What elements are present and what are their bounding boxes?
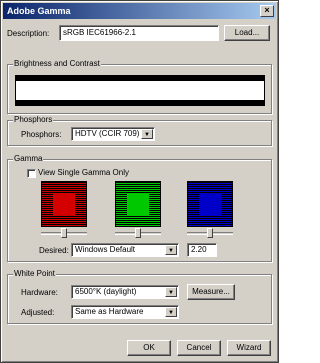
desired-label: Desired: — [39, 246, 69, 255]
green-gamma-slider-thumb[interactable] — [135, 228, 141, 238]
adjusted-select-value: Same as Hardware — [75, 307, 144, 316]
wizard-button[interactable]: Wizard — [227, 340, 271, 356]
brightness-contrast-label: Brightness and Contrast — [13, 59, 101, 68]
red-gamma-solid — [53, 193, 75, 215]
chevron-down-icon[interactable]: ▼ — [165, 307, 177, 317]
window-title: Adobe Gamma — [7, 6, 71, 16]
cancel-button[interactable]: Cancel — [177, 340, 221, 356]
phosphors-select-value: HDTV (CCIR 709) — [75, 129, 140, 138]
green-gamma-swatch — [115, 181, 161, 227]
red-gamma-swatch — [41, 181, 87, 227]
description-field[interactable]: sRGB IEC61966-2.1 — [59, 25, 219, 41]
phosphors-label: Phosphors: — [21, 130, 62, 139]
brightness-contrast-pattern — [15, 75, 265, 106]
single-gamma-label: View Single Gamma Only — [38, 168, 129, 177]
hardware-select-value: 6500°K (daylight) — [75, 287, 137, 296]
adjusted-label: Adjusted: — [21, 308, 55, 317]
adjusted-select[interactable]: Same as Hardware ▼ — [71, 305, 179, 319]
phosphors-group-label: Phosphors — [13, 115, 54, 124]
chevron-down-icon[interactable]: ▼ — [165, 287, 177, 297]
hardware-label: Hardware: — [21, 288, 58, 297]
single-gamma-checkbox[interactable] — [27, 169, 36, 178]
title-bar[interactable]: Adobe Gamma × — [3, 3, 276, 19]
desired-gamma-select[interactable]: Windows Default ▼ — [71, 243, 179, 257]
close-button[interactable]: × — [260, 5, 274, 17]
blue-gamma-slider-thumb[interactable] — [207, 228, 213, 238]
adobe-gamma-window: Adobe Gamma × Description: sRGB IEC61966… — [0, 0, 279, 363]
white-point-group-label: White Point — [13, 269, 56, 278]
chevron-down-icon[interactable]: ▼ — [165, 245, 177, 255]
measure-button[interactable]: Measure... — [187, 284, 235, 300]
blue-gamma-solid — [199, 193, 221, 215]
green-gamma-solid — [127, 193, 149, 215]
desired-gamma-select-value: Windows Default — [75, 245, 136, 254]
red-gamma-slider-thumb[interactable] — [61, 228, 67, 238]
ok-button[interactable]: OK — [127, 340, 171, 356]
hardware-select[interactable]: 6500°K (daylight) ▼ — [71, 285, 179, 299]
brightness-bottom-bar — [16, 100, 264, 105]
description-label: Description: — [7, 29, 50, 38]
chevron-down-icon[interactable]: ▼ — [141, 129, 153, 139]
phosphors-select[interactable]: HDTV (CCIR 709) ▼ — [71, 127, 155, 141]
load-button[interactable]: Load... — [224, 25, 270, 41]
gamma-group-label: Gamma — [13, 154, 44, 163]
brightness-middle-band — [16, 81, 264, 100]
blue-gamma-swatch — [187, 181, 233, 227]
desired-gamma-number[interactable]: 2.20 — [187, 243, 217, 257]
